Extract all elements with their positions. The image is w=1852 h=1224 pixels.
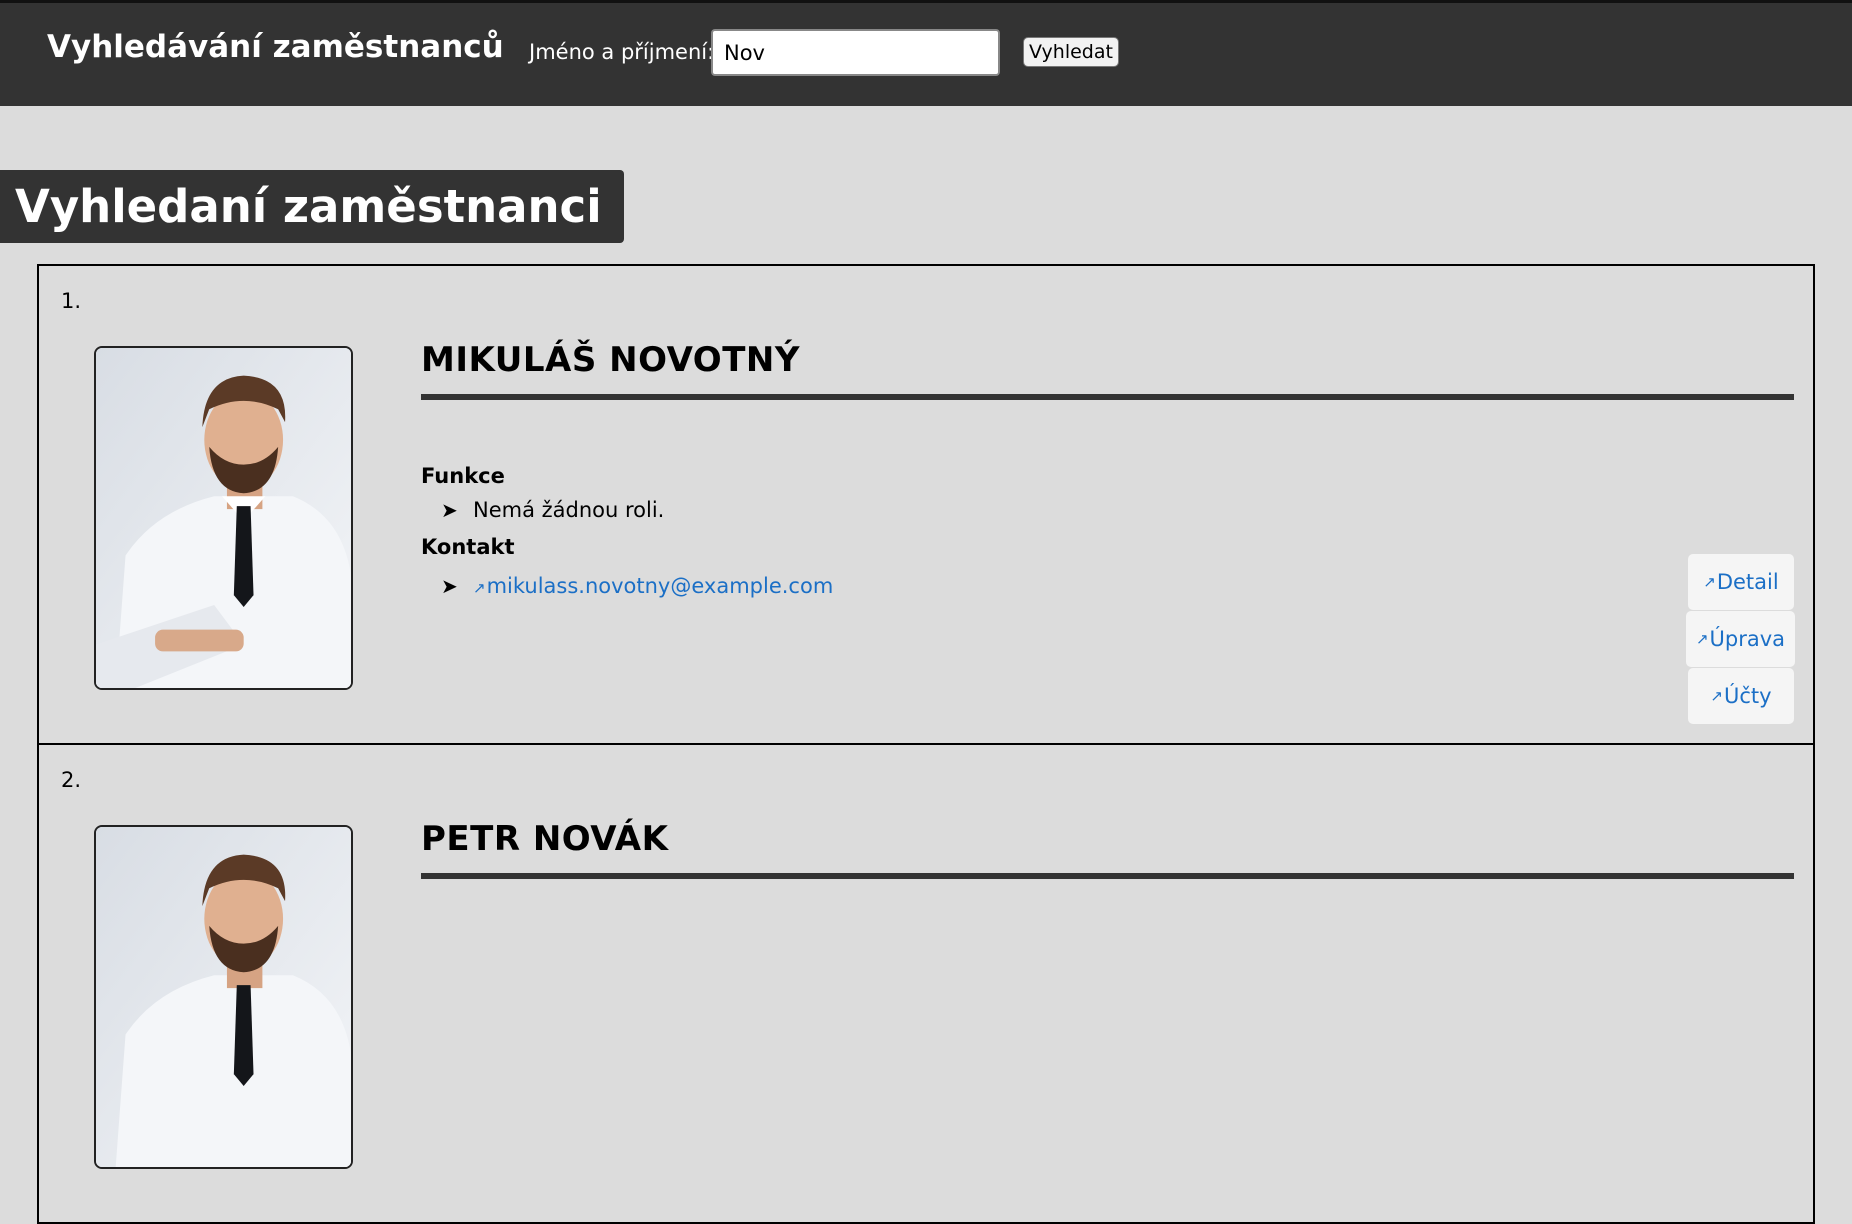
- edit-label: Úprava: [1709, 627, 1786, 651]
- arrow-bullet-icon: ➤: [441, 574, 458, 598]
- employee-photo: [94, 825, 353, 1169]
- external-link-icon: ↗: [1695, 630, 1709, 648]
- employee-photo: [94, 346, 353, 690]
- search-input[interactable]: [711, 29, 1000, 76]
- external-link-icon: ↗: [473, 579, 486, 597]
- page-heading: Vyhledaní zaměstnanci: [0, 170, 624, 243]
- email-address: mikulass.novotny@example.com: [486, 574, 834, 598]
- search-label: Jméno a příjmení:: [529, 40, 715, 64]
- results-list: 1. MIKULÁŠ NOVOTNÝ Funkce ➤ Nemá žádnou …: [37, 264, 1815, 1224]
- external-link-icon: ↗: [1710, 687, 1723, 705]
- function-label: Funkce: [421, 464, 505, 488]
- employee-name: PETR NOVÁK: [421, 819, 669, 859]
- accounts-button[interactable]: ↗ Účty: [1688, 668, 1794, 724]
- search-button[interactable]: Vyhledat: [1023, 37, 1119, 67]
- function-value: Nemá žádnou roli.: [473, 498, 665, 522]
- app-title: Vyhledávání zaměstnanců: [47, 29, 504, 65]
- result-card: 2. PETR NOVÁK: [37, 743, 1815, 1224]
- external-link-icon: ↗: [1703, 573, 1716, 591]
- employee-name: MIKULÁŠ NOVOTNÝ: [421, 340, 800, 380]
- function-item: ➤ Nemá žádnou roli.: [441, 498, 664, 522]
- contact-item: ➤ ↗mikulass.novotny@example.com: [441, 574, 833, 598]
- result-number: 1.: [61, 289, 82, 313]
- accounts-label: Účty: [1724, 684, 1772, 708]
- edit-button[interactable]: ↗ Úprava: [1686, 611, 1795, 667]
- contact-label: Kontakt: [421, 535, 515, 559]
- detail-button[interactable]: ↗ Detail: [1688, 554, 1794, 610]
- top-header-bar: Vyhledávání zaměstnanců Jméno a příjmení…: [0, 0, 1852, 106]
- result-card: 1. MIKULÁŠ NOVOTNÝ Funkce ➤ Nemá žádnou …: [37, 264, 1815, 745]
- result-number: 2.: [61, 768, 82, 792]
- name-divider: [421, 873, 1794, 879]
- arrow-bullet-icon: ➤: [441, 498, 458, 522]
- detail-label: Detail: [1716, 570, 1779, 594]
- name-divider: [421, 394, 1794, 400]
- email-link[interactable]: ↗mikulass.novotny@example.com: [473, 574, 833, 598]
